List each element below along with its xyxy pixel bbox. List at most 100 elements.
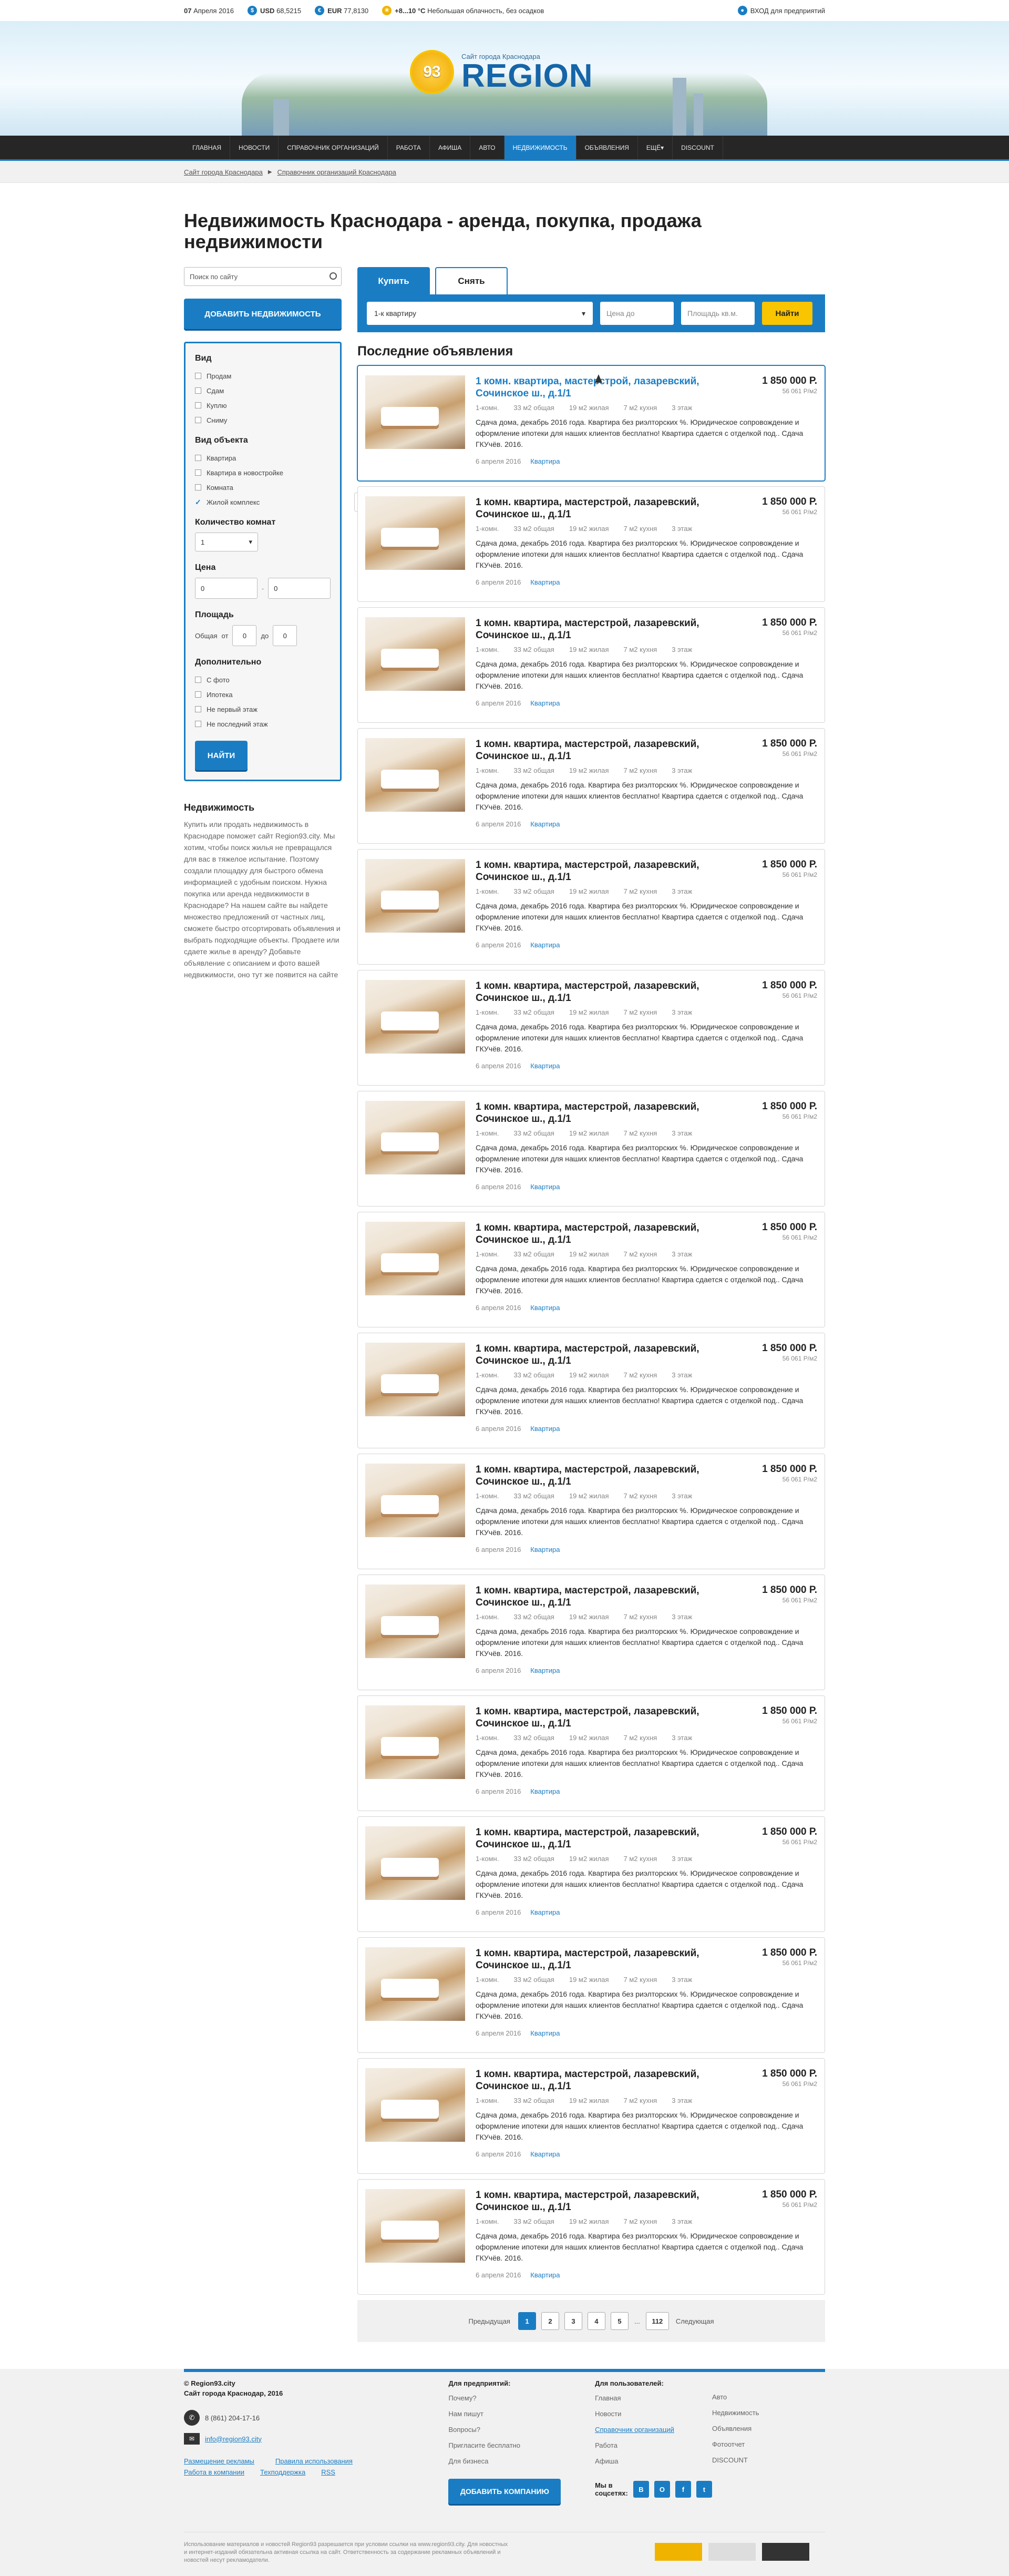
checkbox-vid-2[interactable]: Куплю xyxy=(195,398,331,413)
partner-badge[interactable] xyxy=(655,2543,702,2561)
nav-item-1[interactable]: НОВОСТИ xyxy=(230,136,279,159)
listing-title[interactable]: 1 комн. квартира, мастерстрой, лазаревск… xyxy=(476,1585,717,1609)
listing-card[interactable]: 1 комн. квартира, мастерстрой, лазаревск… xyxy=(357,849,825,965)
listing-card[interactable]: 1 комн. квартира, мастерстрой, лазаревск… xyxy=(357,728,825,844)
footer-link[interactable]: Техподдержка xyxy=(260,2468,305,2476)
listing-category-link[interactable]: Квартира xyxy=(530,1787,560,1795)
checkbox-vid-1[interactable]: Сдам xyxy=(195,383,331,398)
listing-category-link[interactable]: Квартира xyxy=(530,578,560,586)
price-from-input[interactable]: 0 xyxy=(195,578,258,599)
footer-nav-link[interactable]: Справочник организаций xyxy=(595,2422,712,2438)
checkbox-extra-2[interactable]: Не первый этаж xyxy=(195,702,331,717)
listing-title[interactable]: 1 комн. квартира, мастерстрой, лазаревск… xyxy=(476,496,717,520)
footer-nav-link[interactable]: Фотоотчет xyxy=(712,2437,825,2452)
listing-photo[interactable] xyxy=(365,980,465,1054)
footer-nav-link[interactable]: DISCOUNT xyxy=(712,2452,825,2468)
property-type-select[interactable]: 1-к квартиру ▾ xyxy=(367,302,593,325)
footer-nav-link[interactable]: Главная xyxy=(595,2390,712,2406)
listing-category-link[interactable]: Квартира xyxy=(530,2150,560,2158)
listing-title[interactable]: 1 комн. квартира, мастерстрой, лазаревск… xyxy=(476,1705,717,1730)
listing-title[interactable]: 1 комн. квартира, мастерстрой, лазаревск… xyxy=(476,859,717,883)
check-icon[interactable]: ✓ xyxy=(195,498,201,506)
listing-photo[interactable] xyxy=(365,1101,465,1174)
vk-icon[interactable]: В xyxy=(633,2481,649,2498)
listing-title[interactable]: 1 комн. квартира, мастерстрой, лазаревск… xyxy=(476,1947,717,1971)
partner-badge[interactable] xyxy=(708,2543,756,2561)
nav-item-3[interactable]: РАБОТА xyxy=(388,136,430,159)
listing-card[interactable]: 1 комн. квартира, мастерстрой, лазаревск… xyxy=(357,1816,825,1932)
listing-category-link[interactable]: Квартира xyxy=(530,1183,560,1191)
facebook-icon[interactable]: f xyxy=(675,2481,691,2498)
listing-card[interactable]: 1 комн. квартира, мастерстрой, лазаревск… xyxy=(357,2179,825,2295)
footer-link[interactable]: RSS xyxy=(321,2468,335,2476)
listing-card[interactable]: 1 комн. квартира, мастерстрой, лазаревск… xyxy=(357,1091,825,1207)
checkbox-box[interactable] xyxy=(195,484,201,490)
listing-title[interactable]: 1 комн. квартира, мастерстрой, лазаревск… xyxy=(476,1826,717,1851)
login-link[interactable]: ● ВХОД для предприятий xyxy=(737,6,825,15)
listing-card[interactable]: 1 комн. квартира, мастерстрой, лазаревск… xyxy=(357,1937,825,2053)
listing-title[interactable]: 1 комн. квартира, мастерстрой, лазаревск… xyxy=(476,1343,717,1367)
listing-title[interactable]: 1 комн. квартира, мастерстрой, лазаревск… xyxy=(476,1464,717,1488)
checkbox-obj-2[interactable]: Комната xyxy=(195,480,331,495)
nav-item-2[interactable]: СПРАВОЧНИК ОРГАНИЗАЦИЙ xyxy=(279,136,388,159)
listing-category-link[interactable]: Квартира xyxy=(530,2271,560,2279)
checkbox-box[interactable] xyxy=(195,706,201,712)
listing-title[interactable]: 1 комн. квартира, мастерстрой, лазаревск… xyxy=(476,2189,717,2213)
footer-nav-link[interactable]: Пригласите бесплатно xyxy=(448,2438,595,2454)
checkbox-box[interactable] xyxy=(195,721,201,727)
footer-link[interactable]: Правила использования xyxy=(275,2457,353,2465)
breadcrumb-directory[interactable]: Справочник организаций Краснодара xyxy=(277,168,396,176)
add-company-button[interactable]: ДОБАВИТЬ КОМПАНИЮ xyxy=(448,2479,561,2504)
footer-nav-link[interactable]: Нам пишут xyxy=(448,2406,595,2422)
pagination-page[interactable]: 5 xyxy=(610,2312,629,2330)
tab-buy[interactable]: Купить xyxy=(357,267,430,294)
price-to-field[interactable]: Цена до xyxy=(600,302,674,325)
listing-photo[interactable] xyxy=(365,1705,465,1779)
listing-card[interactable]: 1 комн. квартира, мастерстрой, лазаревск… xyxy=(357,1454,825,1569)
checkbox-vid-3[interactable]: Сниму xyxy=(195,413,331,427)
listing-photo[interactable] xyxy=(365,859,465,933)
checkbox-extra-1[interactable]: Ипотека xyxy=(195,687,331,702)
listing-category-link[interactable]: Квартира xyxy=(530,820,560,828)
checkbox-box[interactable] xyxy=(195,469,201,476)
listing-title[interactable]: 1 комн. квартира, мастерстрой, лазаревск… xyxy=(476,617,717,641)
listing-photo[interactable] xyxy=(365,617,465,691)
listing-category-link[interactable]: Квартира xyxy=(530,2029,560,2037)
site-logo[interactable]: 93 Сайт города Краснодара REGION xyxy=(410,50,593,94)
listing-category-link[interactable]: Квартира xyxy=(530,1425,560,1433)
breadcrumb-home[interactable]: Сайт города Краснодара xyxy=(184,168,263,176)
listing-photo[interactable] xyxy=(365,1947,465,2021)
email-link[interactable]: info@region93.city xyxy=(205,2435,262,2443)
nav-item-7[interactable]: ОБЪЯВЛЕНИЯ xyxy=(576,136,638,159)
listing-category-link[interactable]: Квартира xyxy=(530,1062,560,1070)
footer-nav-link[interactable]: Новости xyxy=(595,2406,712,2422)
listing-card[interactable]: 1 комн. квартира, мастерстрой, лазаревск… xyxy=(357,970,825,1086)
listing-photo[interactable] xyxy=(365,1343,465,1416)
footer-nav-link[interactable]: Работа xyxy=(595,2438,712,2454)
listing-title[interactable]: 1 комн. квартира, мастерстрой, лазаревск… xyxy=(476,738,717,762)
listing-photo[interactable] xyxy=(365,1826,465,1900)
nav-item-8[interactable]: ЕЩЁ ▾ xyxy=(638,136,673,159)
footer-email[interactable]: ✉ info@region93.city xyxy=(184,2433,448,2445)
nav-item-0[interactable]: ГЛАВНАЯ xyxy=(184,136,231,159)
listing-photo[interactable] xyxy=(365,1222,465,1295)
nav-item-6[interactable]: НЕДВИЖИМОСТЬ xyxy=(504,136,576,159)
checkbox-obj-3[interactable]: ✓ Жилой комплекс xyxy=(195,495,331,509)
price-to-input[interactable]: 0 xyxy=(268,578,331,599)
partner-badge[interactable] xyxy=(762,2543,809,2561)
footer-link[interactable]: Размещение рекламы xyxy=(184,2457,254,2465)
listing-category-link[interactable]: Квартира xyxy=(530,1546,560,1553)
checkbox-extra-0[interactable]: С фото xyxy=(195,672,331,687)
site-search-input[interactable]: Поиск по сайту xyxy=(184,267,342,286)
footer-nav-link[interactable]: Объявления xyxy=(712,2421,825,2437)
pagination-page[interactable]: 4 xyxy=(587,2312,605,2330)
footer-nav-link[interactable]: Недвижимость xyxy=(712,2405,825,2421)
listing-card[interactable]: 1 комн. квартира, мастерстрой, лазаревск… xyxy=(357,486,825,602)
tab-rent[interactable]: Снять xyxy=(435,267,508,294)
checkbox-box[interactable] xyxy=(195,691,201,698)
footer-nav-link[interactable]: Авто xyxy=(712,2389,825,2405)
listing-photo[interactable] xyxy=(365,738,465,812)
listing-card[interactable]: 1 комн. квартира, мастерстрой, лазаревск… xyxy=(357,365,825,481)
listing-card[interactable]: 1 комн. квартира, мастерстрой, лазаревск… xyxy=(357,2058,825,2174)
pagination-page[interactable]: 3 xyxy=(564,2312,582,2330)
